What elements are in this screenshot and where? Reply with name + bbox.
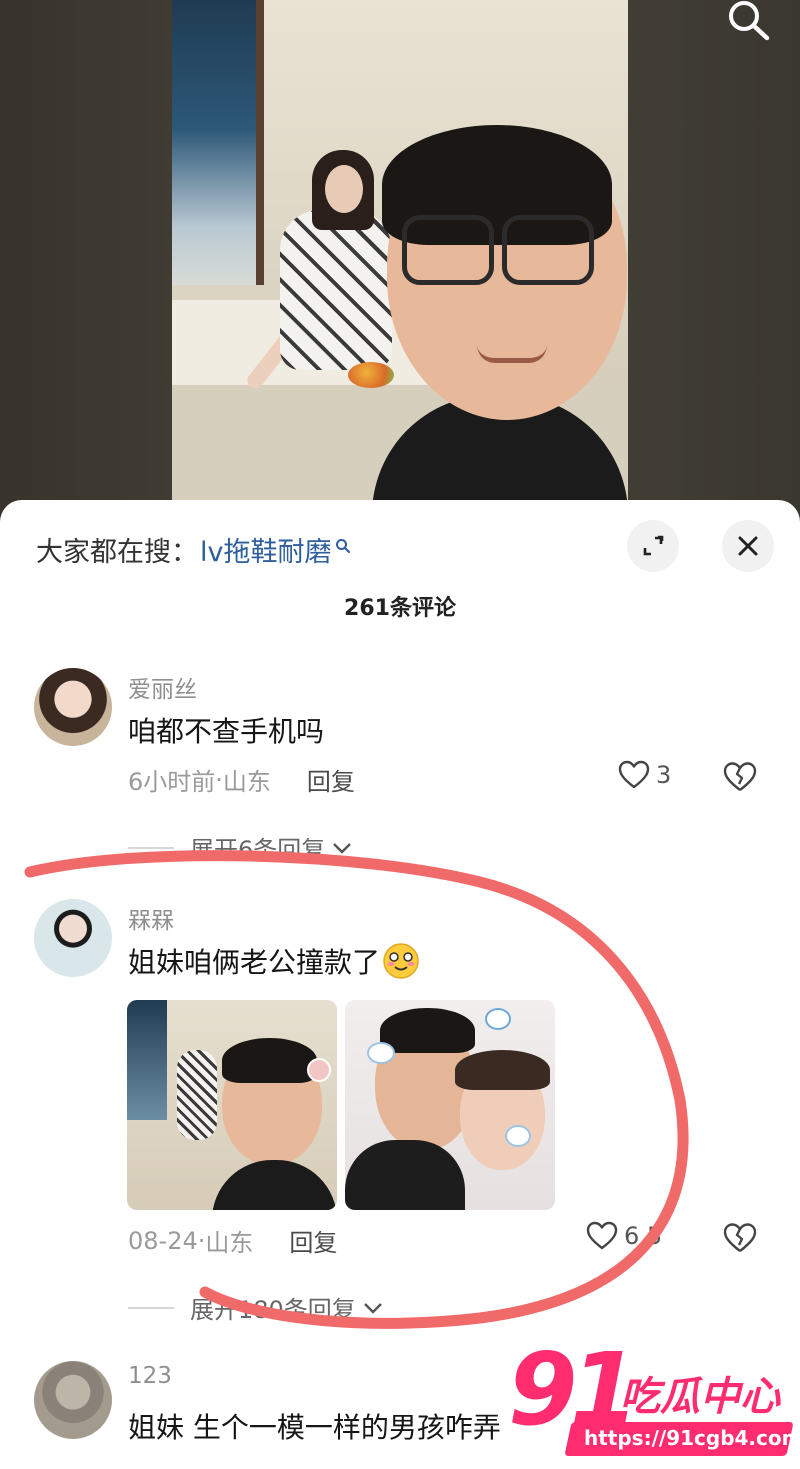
- expand-replies-label: 展开6条回复: [190, 836, 326, 864]
- emoji-icon: [383, 943, 419, 979]
- meta-separator: ·: [215, 765, 223, 794]
- thumb-man-hair: [222, 1038, 317, 1083]
- comment-image[interactable]: [345, 1000, 555, 1210]
- broken-heart-icon[interactable]: [722, 1222, 758, 1254]
- photo-man-glasses: [392, 215, 602, 295]
- expand-replies[interactable]: 展开6条回复: [128, 830, 353, 865]
- photo-girl: [280, 210, 392, 370]
- photo-window: [172, 0, 264, 285]
- video-background: [0, 0, 800, 520]
- like-button[interactable]: 3: [618, 760, 671, 790]
- comment-time: 6小时前: [128, 768, 216, 796]
- close-icon: [738, 536, 758, 556]
- heart-icon: [586, 1221, 618, 1250]
- photo-fruit-plate: [348, 362, 394, 388]
- trending-search-keyword[interactable]: lv拖鞋耐磨: [200, 530, 331, 569]
- sticker-icon: [485, 1008, 511, 1030]
- avatar[interactable]: [34, 899, 112, 977]
- chevron-down-icon: [333, 842, 352, 854]
- comment-time: 08-24: [128, 1226, 198, 1255]
- watermark: 91 吃瓜中心 https://91cgb4.com: [508, 1340, 800, 1469]
- chevron-down-icon: [363, 1302, 382, 1314]
- close-button[interactable]: [722, 520, 774, 572]
- comment-sheet: 大家都在搜： lv拖鞋耐磨 261条评论 爱丽丝 咱都不查手机吗 6小时前 · …: [0, 500, 800, 1469]
- thumb-avatar-badge: [307, 1058, 331, 1082]
- expand-button[interactable]: [627, 520, 679, 572]
- meta-separator: ·: [197, 1226, 206, 1255]
- expand-replies[interactable]: 展开180条回复: [128, 1290, 384, 1325]
- search-icon[interactable]: [722, 0, 774, 44]
- sticker-icon: [367, 1042, 395, 1064]
- expand-icon: [643, 535, 664, 556]
- expand-replies-label: 展开180条回复: [190, 1296, 356, 1324]
- comment-username[interactable]: 槑槑: [128, 901, 174, 935]
- thumb-man-body: [345, 1140, 465, 1210]
- photo-girl-face: [325, 165, 363, 213]
- comment-text: 咱都不查手机吗: [128, 715, 325, 748]
- comment-text-content: 姐妹咱俩老公撞款了: [128, 946, 381, 979]
- thumb-girl-hair: [455, 1050, 550, 1090]
- reply-button[interactable]: 回复: [307, 762, 355, 797]
- comment-username[interactable]: 123: [128, 1363, 172, 1389]
- expand-divider: [128, 1306, 174, 1309]
- comment-meta: 6小时前 · 山东 回复: [128, 762, 355, 797]
- comment-text: 姐妹咱俩老公撞款了: [128, 941, 420, 981]
- main-photo[interactable]: [172, 0, 628, 500]
- trending-search-prefix: 大家都在搜：: [36, 537, 198, 568]
- comment-count: 261条评论: [344, 596, 456, 621]
- photo-man-mouth: [477, 345, 547, 363]
- comment-text: 姐妹 生个一模一样的男孩咋弄: [128, 1411, 501, 1444]
- reply-button[interactable]: 回复: [289, 1223, 337, 1258]
- trending-search[interactable]: 大家都在搜： lv拖鞋耐磨: [36, 530, 351, 569]
- watermark-brand: 吃瓜中心: [620, 1374, 780, 1420]
- thumb-man-hair: [380, 1008, 475, 1053]
- like-button[interactable]: 6.5: [586, 1221, 662, 1251]
- comment-image[interactable]: [127, 1000, 337, 1210]
- like-count: 6.5: [624, 1222, 663, 1250]
- broken-heart-icon[interactable]: [722, 761, 758, 793]
- sticker-icon: [505, 1125, 531, 1147]
- thumb-man-body: [212, 1160, 337, 1210]
- watermark-url: https://91cgb4.com: [584, 1426, 800, 1450]
- heart-icon: [618, 760, 650, 789]
- comment-location: 山东: [222, 768, 271, 796]
- avatar[interactable]: [34, 1361, 112, 1439]
- comment-username[interactable]: 爱丽丝: [128, 670, 197, 704]
- thumb-girl: [177, 1050, 217, 1140]
- search-small-icon: [336, 538, 351, 553]
- comment-location: 山东: [205, 1229, 254, 1257]
- like-count: 3: [656, 761, 672, 789]
- expand-divider: [128, 846, 174, 849]
- comment-meta: 08-24 · 山东 回复: [128, 1223, 337, 1258]
- thumb-window: [127, 1000, 167, 1120]
- avatar[interactable]: [34, 668, 112, 746]
